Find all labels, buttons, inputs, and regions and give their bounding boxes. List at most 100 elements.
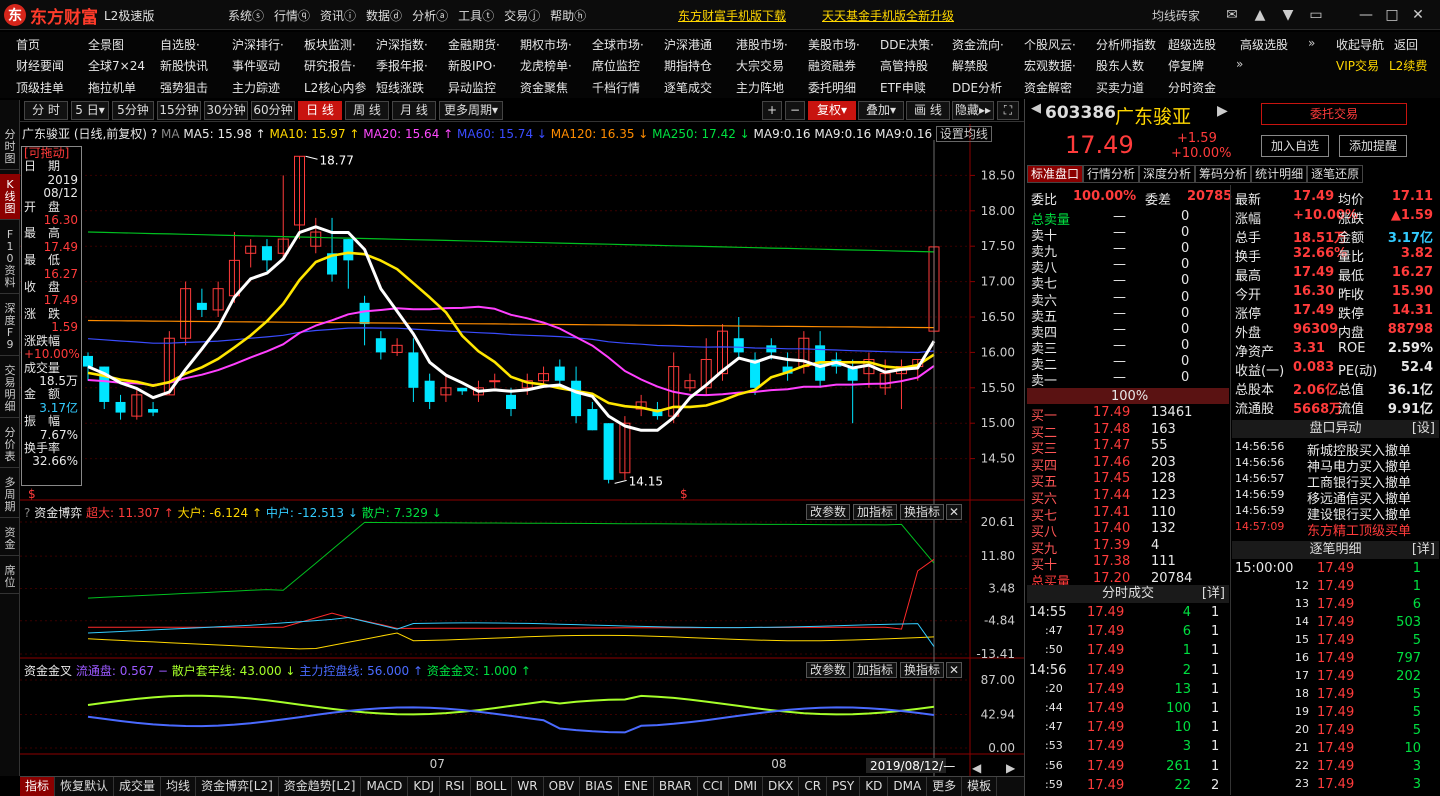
menu-item[interactable]: DDE决策· (880, 36, 952, 53)
menu-more-icon[interactable]: » (1236, 57, 1243, 71)
menu-item[interactable]: 资金流向· (952, 36, 1024, 53)
menu-item[interactable]: 美股市场· (808, 36, 880, 53)
left-tab-4[interactable]: 交易明细 (0, 360, 20, 418)
sub2-edit-button[interactable]: 改参数 (806, 662, 850, 678)
indicator-tab[interactable]: 资金趋势[L2] (279, 777, 362, 796)
menu-item[interactable]: 期指持仓 (664, 57, 736, 74)
menu-item[interactable]: 龙虎榜单· (520, 57, 592, 74)
add-watch-button[interactable]: 加入自选 (1261, 135, 1329, 157)
top-menu-item[interactable]: 系统ⓢ (228, 7, 264, 24)
drag-label[interactable]: [可拖动] (22, 146, 81, 160)
menu-item[interactable]: 个股风云· (1024, 36, 1096, 53)
quote-tab[interactable]: 筹码分析 (1195, 165, 1252, 183)
period-button[interactable]: 30分钟 (204, 101, 248, 120)
menu-item[interactable]: 分时资金 (1168, 79, 1240, 96)
quote-tab[interactable]: 统计明细 (1251, 165, 1308, 183)
indicator-tab[interactable]: 资金博弈[L2] (196, 777, 279, 796)
indicator-tab[interactable]: 更多 (927, 777, 963, 796)
menu-item[interactable]: 板块监测· (304, 36, 376, 53)
menu-item[interactable]: ETF申赎 (880, 79, 952, 96)
menu-item[interactable]: 沪深指数· (376, 36, 448, 53)
top-menu-item[interactable]: 数据ⓓ (366, 7, 402, 24)
menu-item[interactable]: 买卖力道 (1096, 79, 1168, 96)
menu-item[interactable]: 解禁股 (952, 57, 1024, 74)
menu-item[interactable]: 千档行情 (592, 79, 664, 96)
indicator-tab[interactable]: ENE (619, 777, 654, 796)
menu-item[interactable]: 融资融券 (808, 57, 880, 74)
indicator-tab[interactable]: 均线 (161, 777, 197, 796)
menu-item[interactable]: 全球市场· (592, 36, 664, 53)
prev-stock-icon[interactable]: ◀ (1031, 101, 1041, 116)
adjust-dropdown[interactable]: 复权▾ (808, 101, 856, 120)
menu-prev-icon[interactable]: » (1308, 36, 1315, 50)
menu-item[interactable]: 主力阵地 (736, 79, 808, 96)
menu-item[interactable]: 股东人数 (1096, 57, 1168, 74)
sub2-close-icon[interactable]: ✕ (946, 662, 962, 678)
overlay-dropdown[interactable]: 叠加▾ (858, 101, 904, 120)
menu-item[interactable]: 高级选股 (1240, 36, 1312, 53)
menu-item[interactable]: 事件驱动 (232, 57, 304, 74)
period-button[interactable]: 5分钟 (112, 101, 154, 120)
left-tab-1[interactable]: K线图 (0, 174, 20, 220)
menu-item[interactable]: 短线涨跌 (376, 79, 448, 96)
left-tab-3[interactable]: 深度F9 (0, 298, 20, 356)
top-menu-item[interactable]: 交易ⓙ (504, 7, 540, 24)
indicator-tab[interactable]: CCI (698, 777, 729, 796)
menu-item[interactable]: 逐笔成交 (664, 79, 736, 96)
menu-item[interactable]: L2核心内参 (304, 79, 376, 96)
menu-item[interactable]: 高管持股 (880, 57, 952, 74)
left-tab-5[interactable]: 分价表 (0, 422, 20, 468)
indicator-tab[interactable]: BRAR (654, 777, 698, 796)
sub1-close-icon[interactable]: ✕ (946, 504, 962, 520)
mail-icon[interactable]: ✉ (1222, 5, 1242, 25)
menu-item[interactable]: 异动监控 (448, 79, 520, 96)
menu-item[interactable]: 财经要闻 (16, 57, 88, 74)
indicator-tab[interactable]: BIAS (580, 777, 619, 796)
zhubi-detail-button[interactable]: [详] (1412, 541, 1435, 559)
l2-renew-link[interactable]: L2续费 (1389, 57, 1427, 74)
menu-item[interactable]: DDE分析 (952, 79, 1024, 96)
indicator-tab[interactable]: BOLL (471, 777, 513, 796)
minimize-icon[interactable]: — (1356, 5, 1376, 25)
top-menu-item[interactable]: 分析ⓐ (412, 7, 448, 24)
menu-item[interactable]: 主力踪迹 (232, 79, 304, 96)
skin-icon[interactable]: ▲ (1250, 5, 1270, 25)
indicator-tab[interactable]: KDJ (408, 777, 441, 796)
sub1-help-icon[interactable]: ? (24, 506, 30, 520)
period-button[interactable]: 60分钟 (251, 101, 295, 120)
pankou-settings-button[interactable]: [设] (1412, 420, 1435, 438)
period-button[interactable]: 5 日▾ (71, 101, 109, 120)
left-tab-7[interactable]: 资金 (0, 522, 20, 556)
draw-line-button[interactable]: 画 线 (906, 101, 950, 120)
expand-icon[interactable]: ⛶ (997, 101, 1019, 120)
sub1-edit-button[interactable]: 改参数 (806, 504, 850, 520)
close-icon[interactable]: ✕ (1408, 5, 1428, 25)
period-button[interactable]: 周 线 (345, 101, 389, 120)
period-button[interactable]: 月 线 (392, 101, 436, 120)
sub2-swap-button[interactable]: 换指标 (900, 662, 944, 678)
zoom-in-button[interactable]: + (762, 101, 782, 120)
indicator-tab[interactable]: PSY (827, 777, 861, 796)
menu-item[interactable]: 新股快讯 (160, 57, 232, 74)
menu-item[interactable]: 沪深排行· (232, 36, 304, 53)
zoom-out-button[interactable]: − (785, 101, 805, 120)
menu-item[interactable]: 委托明细 (808, 79, 880, 96)
top-menu-item[interactable]: 行情ⓠ (274, 7, 310, 24)
indicator-tab[interactable]: WR (512, 777, 544, 796)
menu-item[interactable]: 拖拉机单 (88, 79, 160, 96)
trade-button[interactable]: 委托交易 (1261, 103, 1407, 125)
indicator-tab[interactable]: KD (860, 777, 889, 796)
menu-item[interactable]: 停复牌 (1168, 57, 1240, 74)
back-button[interactable]: 返回 (1394, 36, 1418, 53)
left-tab-2[interactable]: F10资料 (0, 224, 20, 294)
menu-item[interactable]: 港股市场· (736, 36, 808, 53)
indicator-tab[interactable]: MACD (361, 777, 409, 796)
period-button[interactable]: 更多周期▾ (439, 101, 503, 120)
indicator-tab[interactable]: 恢复默认 (55, 777, 115, 796)
left-tab-6[interactable]: 多周期 (0, 472, 20, 518)
quote-tab[interactable]: 行情分析 (1083, 165, 1140, 183)
sub1-swap-button[interactable]: 换指标 (900, 504, 944, 520)
period-button[interactable]: 15分钟 (157, 101, 201, 120)
vip-trade-link[interactable]: VIP交易 (1336, 57, 1379, 74)
restore-icon[interactable]: ▭ (1306, 5, 1326, 25)
